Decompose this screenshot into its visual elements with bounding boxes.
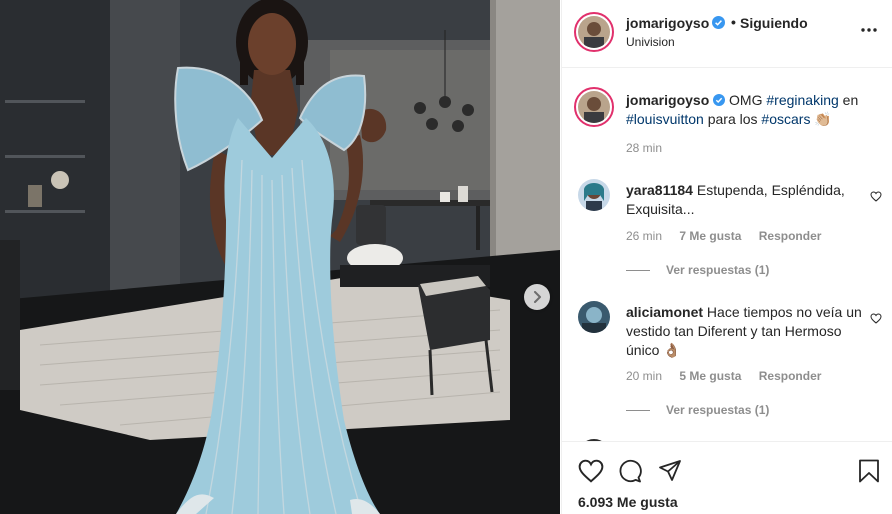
avatar[interactable] [578,301,610,333]
comment-likes[interactable]: 7 Me gusta [679,229,741,243]
reply-button[interactable]: Responder [759,229,822,243]
reply-button[interactable]: Responder [759,369,822,383]
clapping-emoji: 👏🏼 [814,111,832,127]
verified-icon [713,92,726,110]
post-username[interactable]: jomarigoyso [626,15,709,31]
likes-count[interactable]: 6.093 Me gusta [578,494,678,510]
caption-text: en [842,92,859,108]
view-replies-label: Ver respuestas (1) [666,263,770,277]
view-replies-label: Ver respuestas (1) [666,403,770,417]
caption-text: OMG [729,92,763,108]
view-replies-button[interactable]: Ver respuestas (1) [626,263,769,277]
replies-divider-line [626,409,650,411]
comment-text: yara81184 Estupenda, Espléndida, Exquisi… [626,181,866,219]
comment-timestamp[interactable]: 26 min [626,229,662,243]
avatar[interactable] [574,12,614,52]
more-options-icon[interactable] [860,20,878,38]
heart-icon[interactable] [870,189,882,207]
post-sidebar: jomarigoyso • Siguiendo Univision jomari… [561,0,892,514]
separator-dot: • [731,14,736,30]
comment-timestamp[interactable]: 20 min [626,369,662,383]
caption-username[interactable]: jomarigoyso [626,92,709,108]
replies-divider-line [626,269,650,271]
bookmark-icon[interactable] [858,459,880,488]
view-replies-button[interactable]: Ver respuestas (1) [626,403,769,417]
post-actions: 6.093 Me gusta [562,441,892,514]
hashtag-link[interactable]: #oscars [761,111,810,127]
heart-icon[interactable] [578,459,604,488]
comment-meta: 26 min 7 Me gusta Responder [626,229,835,243]
hashtag-link[interactable]: #louisvuitton [626,111,704,127]
comment-meta: 20 min 5 Me gusta Responder [626,369,835,383]
caption-timestamp[interactable]: 28 min [626,141,662,155]
comment-likes[interactable]: 5 Me gusta [679,369,741,383]
post-photo[interactable] [0,0,560,514]
comment-text: aliciamonet Hace tiempos no veía un vest… [626,303,866,360]
post-header: jomarigoyso • Siguiendo Univision [562,0,892,68]
comment-icon[interactable] [618,459,642,488]
verified-icon [712,16,725,34]
post-image [0,0,560,514]
post-caption: jomarigoyso OMG #reginaking en #louisvui… [626,91,886,128]
comments-section[interactable]: jomarigoyso OMG #reginaking en #louisvui… [562,69,892,441]
paper-plane-icon[interactable] [658,459,682,488]
avatar[interactable] [574,87,614,127]
comment-username[interactable]: yara81184 [626,182,693,198]
caption-text: para los [707,111,758,127]
post-location[interactable]: Univision [626,35,675,49]
next-photo-button[interactable] [524,284,550,310]
heart-icon[interactable] [870,311,882,329]
following-button[interactable]: Siguiendo [740,15,808,31]
chevron-right-icon [534,291,541,303]
avatar[interactable] [578,179,610,211]
hashtag-link[interactable]: #reginaking [766,92,838,108]
comment-username[interactable]: aliciamonet [626,304,703,320]
